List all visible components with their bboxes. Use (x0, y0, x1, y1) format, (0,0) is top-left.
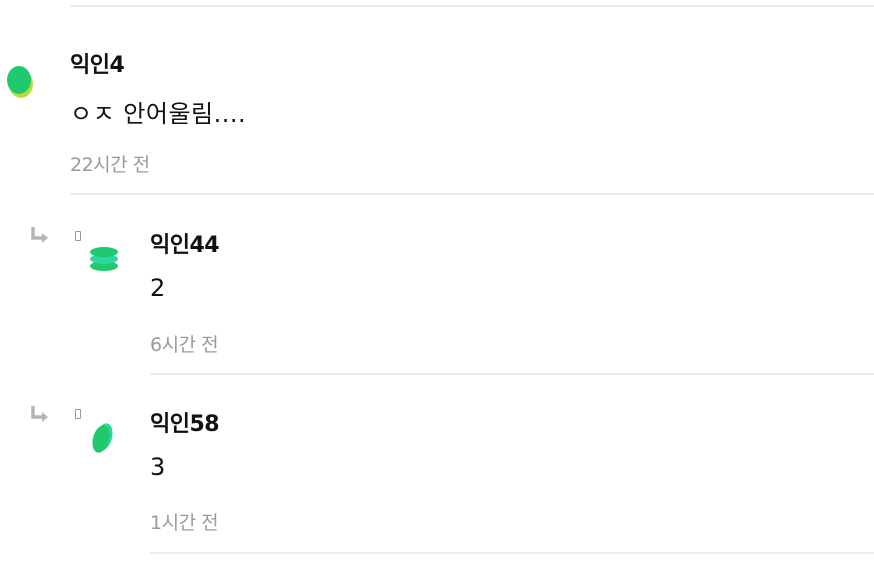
reply-author[interactable]: 익인58 (150, 406, 220, 438)
divider (150, 552, 874, 554)
comment-item: 익인4 ㅇㅈ 안어울림.... 22시간 전 (0, 0, 874, 195)
reply-timestamp: 1시간 전 (150, 512, 219, 534)
avatar-icon (90, 247, 118, 271)
reply-text: 3 (150, 453, 166, 481)
comment-text: ㅇㅈ 안어울림.... (70, 100, 247, 128)
avatar-icon (7, 66, 33, 98)
reply-author[interactable]: 익인44 (150, 227, 220, 259)
reply-text: 2 (150, 274, 166, 302)
comment-timestamp: 22시간 전 (70, 154, 150, 176)
reply-arrow-icon (31, 406, 48, 422)
comment-author[interactable]: 익인4 (70, 47, 125, 79)
reply-item: 익인58 3 1시간 전 (0, 375, 874, 555)
reply-arrow-icon (31, 227, 48, 243)
indent-marker-icon (75, 231, 81, 241)
indent-marker-icon (75, 409, 81, 419)
comment-thread: 익인4 ㅇㅈ 안어울림.... 22시간 전 익인44 2 6시간 전 익인58… (0, 0, 874, 562)
reply-item: 익인44 2 6시간 전 (0, 195, 874, 375)
avatar-icon (92, 423, 113, 453)
reply-timestamp: 6시간 전 (150, 334, 219, 356)
